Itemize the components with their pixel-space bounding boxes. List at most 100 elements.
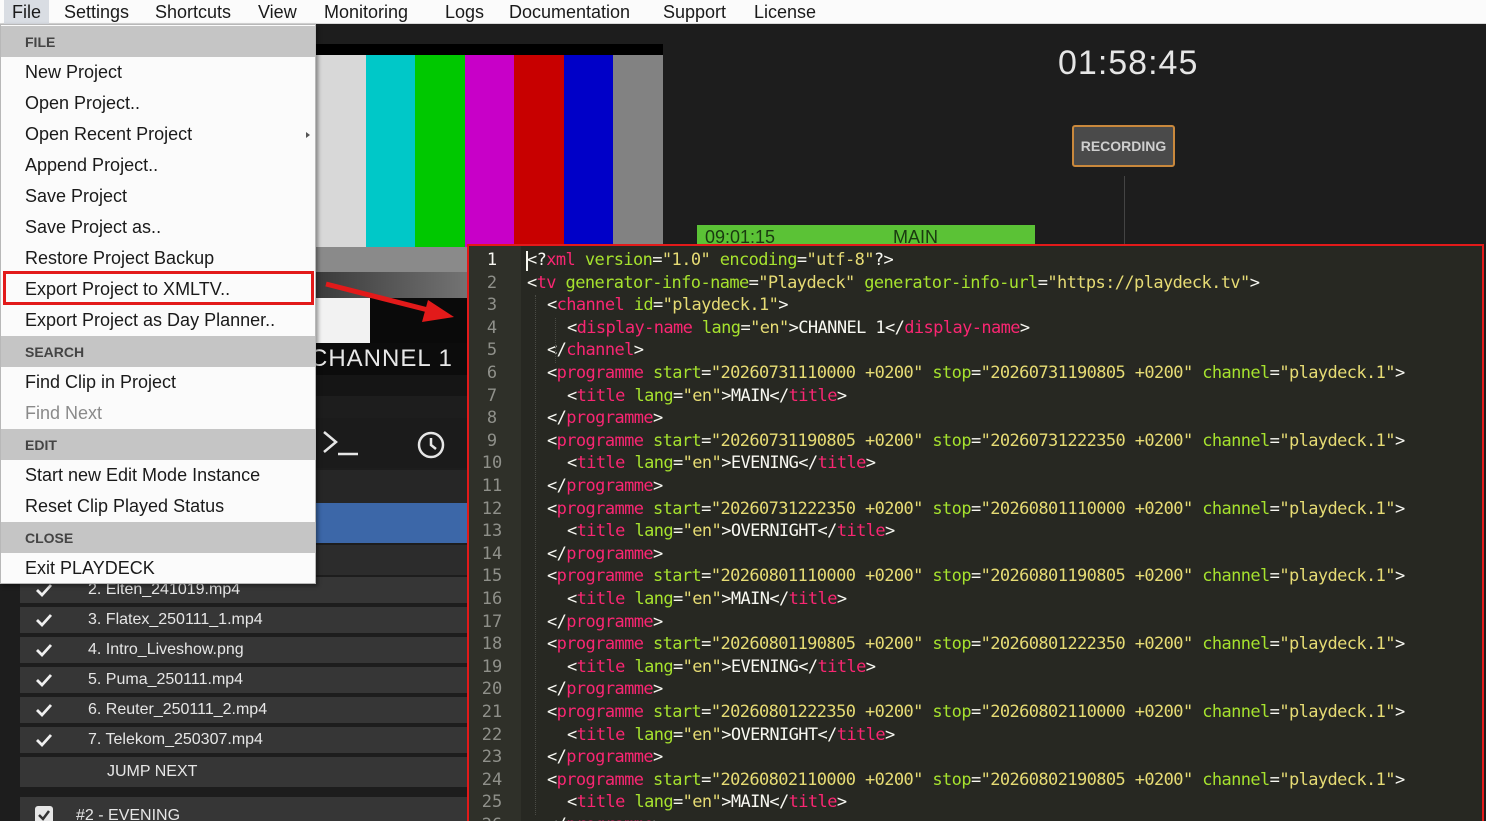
code-token: </ [547,815,567,821]
line-number: 18 [481,634,503,655]
playlist-item[interactable]: 4. Intro_Liveshow.png [20,637,467,665]
code-line: <programme start="20260802110000 +0200" … [547,770,1405,790]
code-token: < [567,521,577,542]
line-number: 25 [481,792,503,813]
next-block-row[interactable]: #2 - EVENING [20,797,467,821]
menu-item-open-project[interactable]: Open Project.. [1,88,315,119]
playlist-item[interactable]: 5. Puma_250111.mp4 [20,667,467,695]
menu-item-label: Save Project as.. [25,217,162,237]
code-token: = [740,317,751,338]
line-number: 15 [481,566,503,587]
code-line: </programme> [547,612,663,632]
code-token: "20260801190805 +0200" [710,634,924,655]
menu-view[interactable]: View [250,0,305,24]
code-token: start [643,430,702,451]
code-token: < [547,702,557,722]
menu-item-export-project-as-day-planner[interactable]: Export Project as Day Planner.. [1,305,315,336]
code-token: "utf-8" [806,250,874,270]
playlist-item[interactable]: 6. Reuter_250111_2.mp4 [20,697,467,725]
menu-monitoring[interactable]: Monitoring [316,0,416,24]
code-token: < [547,295,557,316]
code-token: = [1269,566,1280,587]
recording-button[interactable]: RECORDING [1072,125,1175,167]
code-token: channel [1192,566,1270,587]
menu-support[interactable]: Support [655,0,734,24]
code-token: programme [556,498,644,519]
code-token: lang [624,385,674,406]
xmltv-code-editor[interactable]: 1 2 3 4 5 6 7 8 9 10 11 12 13 14 15 16 17 18 19 20 21 22 23 24 2… [467,244,1484,821]
code-token: programme [556,634,644,655]
code-token: "20260731222350 +0200" [980,430,1194,451]
menu-item-open-recent-project[interactable]: Open Recent Project [1,119,315,150]
code-token: stop [922,430,971,451]
menu-item-label: Reset Clip Played Status [25,496,225,516]
line-number: 4 [486,317,498,338]
code-token: "Playdeck" [758,272,855,293]
terminal-icon[interactable] [320,428,360,458]
checkbox-icon[interactable] [34,805,54,821]
timeline-block-main[interactable]: 09:01:15 MAIN [697,225,1035,245]
code-token: "en" [750,317,789,338]
code-token: ?> [873,250,894,270]
code-token: title [576,385,626,406]
code-token: = [1269,769,1280,790]
code-token: > [1394,363,1405,383]
code-line: </channel> [547,340,644,360]
timeline-time: 09:01:15 [705,227,776,245]
code-line: </programme> [547,476,663,496]
playlist-item[interactable]: 7. Telekom_250307.mp4 [20,727,467,755]
code-token: > [653,815,663,821]
code-token: >MAIN</ [721,589,789,609]
menu-item-save-project-as[interactable]: Save Project as.. [1,212,315,243]
code-token: title [836,724,886,745]
jump-next-label: JUMP NEXT [107,763,198,780]
menu-license[interactable]: License [746,0,824,24]
selected-block-row[interactable] [316,503,468,543]
indent-guide [555,317,556,363]
menu-item-restore-project-backup[interactable]: Restore Project Backup [1,243,315,274]
code-token: start [643,634,702,655]
jump-next-row[interactable]: JUMP NEXT [20,757,467,787]
menu-item-start-new-edit-mode-instance[interactable]: Start new Edit Mode Instance [1,460,315,491]
menu-settings[interactable]: Settings [56,0,137,24]
code-line: <programme start="20260731190805 +0200" … [547,431,1405,451]
line-number: 3 [486,295,498,316]
menu-item-append-project[interactable]: Append Project.. [1,150,315,181]
menu-file[interactable]: File [4,0,50,24]
menu-item-find-next[interactable]: Find Next [1,398,315,429]
code-token: = [1269,634,1280,655]
code-token: display-name [576,317,693,338]
menu-item-label: Start new Edit Mode Instance [25,465,261,485]
code-token: programme [556,702,644,722]
menu-documentation[interactable]: Documentation [501,0,638,24]
code-token: stop [922,769,971,790]
clock-icon[interactable] [416,430,446,460]
code-token: title [788,589,838,609]
line-number: 11 [481,476,503,496]
submenu-arrow-icon [306,132,310,138]
code-token: "en" [682,589,722,609]
code-token: > [885,521,895,542]
color-bar [514,55,565,247]
menu-item-find-clip-in-project[interactable]: Find Clip in Project [1,367,315,398]
menu-logs[interactable]: Logs [437,0,492,24]
playlist-item-label: 7. Telekom_250307.mp4 [88,731,263,748]
menu-section-label: EDIT [25,437,57,453]
menu-item-save-project[interactable]: Save Project [1,181,315,212]
code-token: "playdeck.1" [1279,702,1395,722]
menu-item-reset-clip-played-status[interactable]: Reset Clip Played Status [1,491,315,522]
code-token: "playdeck.1" [1279,769,1395,790]
playlist-item[interactable]: 3. Flatex_250111_1.mp4 [20,607,467,635]
code-token: = [1269,498,1280,519]
line-number: 21 [481,702,503,722]
code-token: stop [922,498,971,519]
code-token: </ [547,408,567,429]
code-token: = [748,272,759,293]
menu-item-new-project[interactable]: New Project [1,57,315,88]
menu-item-exit-playdeck[interactable]: Exit PLAYDECK [1,553,315,584]
menu-shortcuts[interactable]: Shortcuts [147,0,239,24]
code-token: "20260802110000 +0200" [980,702,1194,722]
line-number: 24 [481,769,503,790]
code-token: = [673,792,683,813]
code-line: <title lang="en">MAIN</title> [567,792,847,813]
